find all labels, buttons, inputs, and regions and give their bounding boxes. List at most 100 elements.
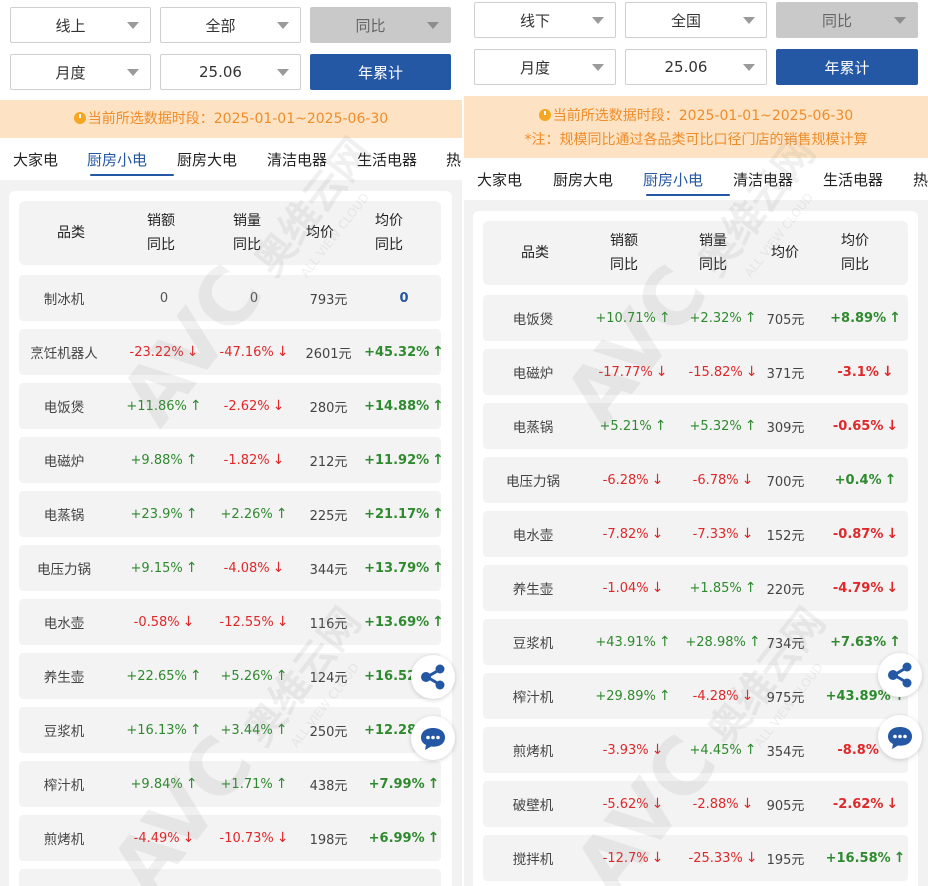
avg-price-yoy-cell: +13.69% ↑ — [359, 599, 449, 645]
tab-hot[interactable]: 热 — [913, 158, 928, 200]
tab-kitchen-large[interactable]: 厨房大电 — [553, 158, 643, 200]
header-volume-yoy: 销量 同比 — [233, 213, 261, 253]
arrow-down-icon: ↓ — [651, 742, 664, 758]
avg-price-yoy-cell: +8.89% ↑ — [818, 295, 913, 341]
volume-yoy-cell — [204, 869, 304, 886]
volume-yoy-cell-text: -7.33% — [692, 526, 739, 542]
avg-price-yoy-cell-text: +45.32% — [364, 344, 430, 360]
category-cell-text: 榨汁机 — [512, 690, 554, 706]
volume-yoy-cell: +3.44% ↑ — [204, 707, 304, 753]
arrow-up-icon: ↑ — [189, 722, 202, 738]
tab-living[interactable]: 生活电器 — [823, 158, 913, 200]
avg-price-yoy-cell-text: +16.58% — [825, 850, 891, 866]
arrow-up-icon: ↑ — [432, 398, 444, 414]
avg-price-cell-text: 975元 — [766, 690, 805, 706]
sales-yoy-cell-text: +9.84% — [130, 776, 183, 792]
category-cell: 电压力锅 — [19, 545, 109, 591]
chat-icon — [421, 728, 445, 750]
sales-yoy-cell-text: -5.62% — [602, 796, 649, 812]
avg-price-cell-text: 371元 — [766, 366, 805, 382]
header-avg-price: 均价 — [306, 225, 334, 241]
sales-yoy-cell-text: 0 — [159, 290, 169, 306]
table-row: 搅拌机 -12.7% ↓ -25.33% ↓ 195元 +16.58% ↑ — [483, 835, 908, 881]
sales-yoy-cell-text: +43.91% — [595, 634, 656, 650]
table-row: 电蒸锅 +23.9% ↑ +2.26% ↑ 225元 +21.17% ↑ — [19, 491, 444, 537]
share-button[interactable] — [878, 653, 922, 697]
category-cell-text: 破壁机 — [512, 798, 554, 814]
avg-price-cell: 212元 — [291, 437, 366, 483]
tab-major-appliances[interactable]: 大家电 — [13, 138, 87, 180]
category-cell: 烹饪机器人 — [19, 329, 109, 375]
period-type-value: 月度 — [519, 58, 550, 77]
scope-select[interactable]: 全部 — [160, 7, 301, 43]
chevron-down-icon — [592, 17, 604, 24]
share-button[interactable] — [411, 655, 455, 699]
category-cell-text: 养生壶 — [512, 582, 554, 598]
avg-price-cell: 152元 — [748, 511, 823, 557]
chevron-down-icon — [277, 22, 289, 29]
category-cell-text: 电蒸锅 — [512, 420, 554, 436]
sales-yoy-cell-text: +10.71% — [595, 310, 656, 326]
arrow-down-icon: ↓ — [881, 364, 894, 380]
volume-yoy-cell-text: -4.08% — [223, 560, 270, 576]
avg-price-cell: 905元 — [748, 781, 823, 827]
arrow-down-icon: ↓ — [186, 344, 199, 360]
avg-price-yoy-cell-text: +13.69% — [364, 614, 430, 630]
period-type-select[interactable]: 月度 — [474, 49, 616, 85]
table-header: 品类 销额 同比 销量 同比 均价 均价 同比 — [483, 221, 908, 285]
volume-yoy-cell-text: -2.62% — [223, 398, 270, 414]
table-row: 榨汁机+29.89%↑-4.28%↓975元+43.89%↑ — [483, 673, 908, 719]
period-select[interactable]: 25.06 — [160, 54, 301, 90]
sales-yoy-cell: -17.77% ↓ — [583, 349, 683, 395]
arrow-down-icon: ↓ — [651, 472, 664, 488]
avg-price-yoy-cell-text: -0.65% — [832, 418, 884, 434]
period-select[interactable]: 25.06 — [625, 49, 767, 85]
arrow-up-icon: ↑ — [185, 506, 198, 522]
avg-price-cell: 793元 — [291, 275, 366, 321]
table-row: 电饭煲 +10.71% ↑ +2.32% ↑ 705元 +8.89% ↑ — [483, 295, 908, 341]
channel-select[interactable]: 线下 — [474, 2, 616, 38]
category-cell: 破壁机 — [483, 781, 583, 827]
compare-select[interactable]: 同比 — [776, 2, 918, 38]
scope-select[interactable]: 全国 — [625, 2, 767, 38]
volume-yoy-cell: -12.55% ↓ — [204, 599, 304, 645]
period-type-select[interactable]: 月度 — [10, 54, 151, 90]
sales-yoy-cell-text: +22.65% — [126, 668, 187, 684]
avg-price-cell: 116元 — [291, 599, 366, 645]
volume-yoy-cell: -1.82% ↓ — [204, 437, 304, 483]
tab-cleaning[interactable]: 清洁电器 — [733, 158, 823, 200]
arrow-up-icon: ↑ — [658, 634, 671, 650]
chat-button[interactable] — [411, 716, 455, 760]
tab-major-appliances[interactable]: 大家电 — [477, 158, 553, 200]
year-cumulative-button[interactable]: 年累计 — [310, 54, 451, 90]
tab-hot[interactable]: 热 — [446, 138, 462, 180]
avg-price-cell: 198元 — [291, 815, 366, 861]
volume-yoy-cell-text: -4.28% — [692, 688, 739, 704]
avg-price-yoy-cell-text: +6.99% — [368, 830, 425, 846]
filter-bar: 线上 全部 同比 月度 25.06 年累计 — [0, 0, 462, 100]
tab-kitchen-small[interactable]: 厨房小电 — [87, 138, 177, 180]
volume-yoy-cell-text: +28.98% — [685, 634, 746, 650]
avg-price-cell: 195元 — [748, 835, 823, 881]
arrow-up-icon: ↑ — [889, 310, 901, 326]
tab-kitchen-large[interactable]: 厨房大电 — [177, 138, 267, 180]
tab-living[interactable]: 生活电器 — [357, 138, 446, 180]
avg-price-cell: 700元 — [748, 457, 823, 503]
period-type-value: 月度 — [55, 63, 86, 82]
tab-cleaning[interactable]: 清洁电器 — [267, 138, 357, 180]
year-cumulative-button[interactable]: 年累计 — [776, 49, 918, 85]
category-cell: 电磁炉 — [483, 349, 583, 395]
avg-price-yoy-cell-text: -0.87% — [832, 526, 884, 542]
avg-price-cell-text: 905元 — [766, 798, 805, 814]
tab-kitchen-small[interactable]: 厨房小电 — [643, 158, 733, 200]
compare-select[interactable]: 同比 — [310, 7, 451, 43]
volume-yoy-cell-text: -25.33% — [688, 850, 743, 866]
channel-select[interactable]: 线上 — [10, 7, 151, 43]
sales-yoy-cell-text: +23.9% — [130, 506, 183, 522]
arrow-up-icon: ↑ — [893, 850, 906, 866]
category-cell-text: 煎烤机 — [43, 832, 85, 848]
category-cell-text: 榨汁机 — [43, 778, 85, 794]
share-icon — [888, 662, 912, 688]
chat-button[interactable] — [878, 715, 922, 759]
arrow-up-icon: ↑ — [432, 560, 444, 576]
